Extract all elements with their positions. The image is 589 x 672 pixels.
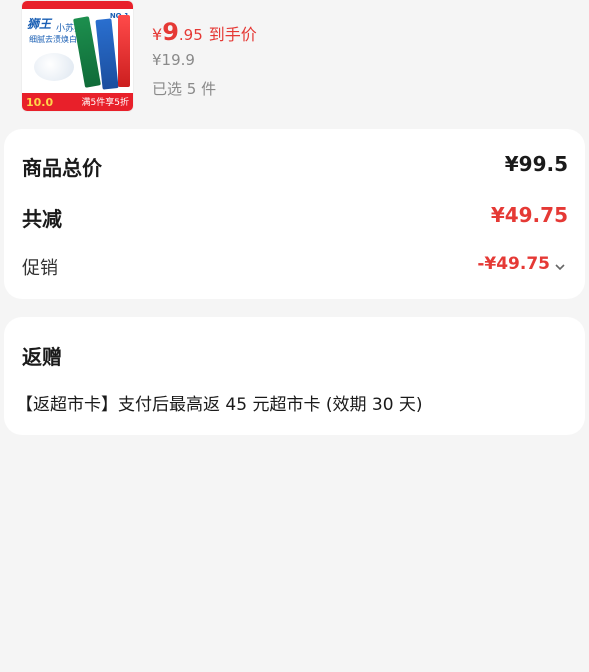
promotion-toggle[interactable]: -¥49.75 bbox=[477, 254, 566, 274]
price-summary-card: 商品总价 ¥99.5 共减 ¥49.75 促销 -¥49.75 bbox=[4, 129, 585, 299]
promotion-label: 促销 bbox=[22, 258, 58, 279]
gift-title: 返赠 bbox=[22, 345, 62, 369]
thumbnail-promo-tag: 满5件享5折 bbox=[81, 98, 129, 108]
foam-image bbox=[34, 53, 74, 81]
price-integer: 9 bbox=[162, 18, 179, 46]
total-reduction-value: ¥49.75 bbox=[490, 203, 568, 227]
product-thumbnail[interactable]: 狮王 小苏打 细腻去渍焕白 NO.1 10.0 满5件享5折 bbox=[21, 0, 134, 112]
total-price-value: ¥99.5 bbox=[504, 152, 568, 176]
price-label: 到手价 bbox=[208, 25, 257, 44]
thumbnail-top-band bbox=[22, 1, 133, 9]
total-price-label: 商品总价 bbox=[22, 156, 102, 180]
final-price: ¥9.95 到手价 bbox=[152, 18, 257, 46]
product-strip: 狮王 小苏打 细腻去渍焕白 NO.1 10.0 满5件享5折 ¥9.95到手价 … bbox=[0, 0, 589, 126]
price-decimal: .95 bbox=[178, 26, 203, 44]
original-price: ¥19.9 bbox=[152, 51, 195, 69]
total-reduction-label: 共减 bbox=[22, 207, 62, 231]
toothpaste-tube-red bbox=[118, 15, 130, 87]
chevron-down-icon bbox=[554, 258, 566, 271]
gift-description: 【返超市卡】支付后最高返 45 元超市卡 (效期 30 天) bbox=[16, 395, 423, 415]
thumbnail-price-tag: 10.0 bbox=[26, 96, 54, 109]
gift-card: 返赠 【返超市卡】支付后最高返 45 元超市卡 (效期 30 天) bbox=[4, 317, 585, 435]
promotion-value: -¥49.75 bbox=[477, 254, 550, 274]
selected-count: 已选 5 件 bbox=[152, 80, 217, 98]
thumbnail-brand-text: 狮王 bbox=[27, 17, 52, 31]
price-currency: ¥ bbox=[152, 25, 163, 44]
thumbnail-line2: 细腻去渍焕白 bbox=[29, 35, 77, 44]
